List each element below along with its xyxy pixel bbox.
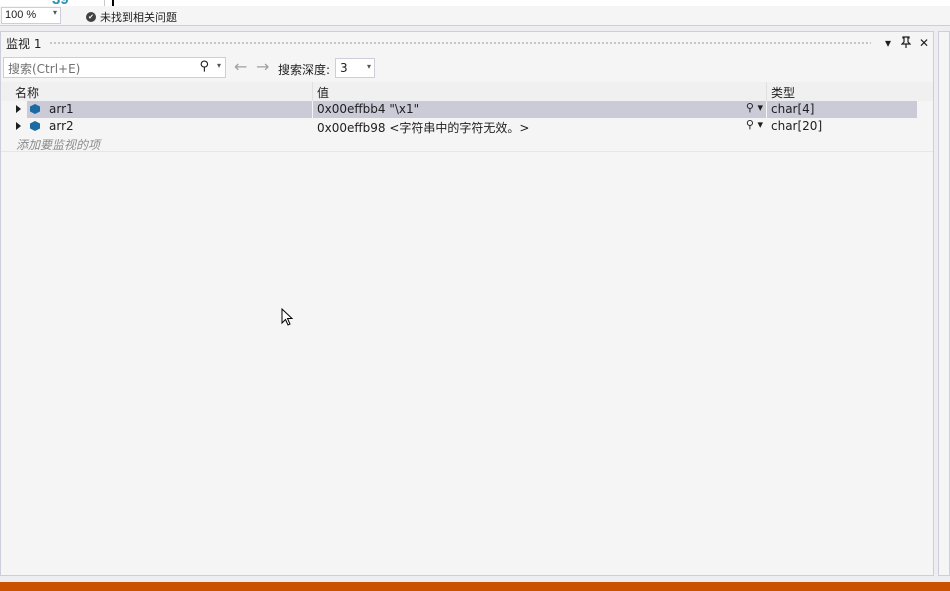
- side-panel: [938, 31, 950, 576]
- variable-value: 0x00effb98 <字符串中的字符无效。>: [317, 121, 530, 135]
- type-cell: char[4]: [767, 101, 917, 118]
- search-input[interactable]: 搜索(Ctrl+E) ⚲ ▾: [3, 57, 226, 78]
- app-root: 39 100 % ▾ ✔ 未找到相关问题 监视 1 ▾ ✕ 搜索(Ctrl+E)…: [0, 0, 950, 591]
- column-divider[interactable]: [312, 82, 313, 101]
- search-placeholder: 搜索(Ctrl+E): [8, 62, 81, 76]
- editor-status-row: 100 % ▾ ✔ 未找到相关问题: [0, 6, 950, 26]
- arrow-left-icon[interactable]: ←: [234, 59, 247, 75]
- zoom-select[interactable]: 100 % ▾: [1, 7, 61, 24]
- search-depth-value: 3: [340, 61, 348, 75]
- watch-title-bar: 监视 1 ▾ ✕: [1, 32, 933, 54]
- chevron-down-icon: ▾: [366, 62, 371, 71]
- pin-icon[interactable]: [897, 35, 915, 51]
- mouse-pointer-icon: [281, 308, 293, 326]
- variable-type: char[20]: [771, 119, 823, 133]
- watch-row[interactable]: arr1 0x00effbb4 "\x1" ⚲ ▾ char[4]: [1, 101, 933, 118]
- name-cell[interactable]: arr1: [27, 101, 312, 118]
- window-menu-button[interactable]: ▾: [879, 36, 897, 50]
- zoom-value: 100 %: [5, 9, 37, 21]
- column-header-type[interactable]: 类型: [771, 84, 795, 101]
- drag-grip[interactable]: [49, 40, 871, 46]
- add-watch-row[interactable]: 添加要监视的项: [1, 135, 933, 152]
- visualizer-button[interactable]: ⚲ ▾: [746, 101, 763, 114]
- grid-header: 名称 值 类型: [1, 82, 933, 101]
- check-circle-icon: ✔: [86, 12, 96, 22]
- issues-text: 未找到相关问题: [100, 11, 177, 24]
- value-cell[interactable]: 0x00effbb4 "\x1" ⚲ ▾: [313, 101, 766, 118]
- arrow-right-icon[interactable]: →: [256, 59, 269, 75]
- watch-row[interactable]: arr2 0x00effb98 <字符串中的字符无效。> ⚲ ▾ char[20…: [1, 118, 933, 135]
- column-header-value[interactable]: 值: [317, 84, 329, 101]
- issues-indicator[interactable]: ✔ 未找到相关问题: [86, 9, 177, 25]
- watch-panel: 监视 1 ▾ ✕ 搜索(Ctrl+E) ⚲ ▾ ← → 搜索深度: 3 ▾ 名称…: [0, 31, 934, 576]
- expand-arrow-icon[interactable]: [16, 105, 21, 113]
- search-depth-select[interactable]: 3 ▾: [335, 58, 375, 78]
- status-bar: [0, 582, 950, 591]
- search-icon[interactable]: ⚲: [199, 59, 209, 74]
- chevron-down-icon: ▾: [52, 8, 57, 17]
- expand-arrow-icon[interactable]: [16, 122, 21, 130]
- name-cell[interactable]: arr2: [27, 118, 312, 135]
- value-cell[interactable]: 0x00effb98 <字符串中的字符无效。> ⚲ ▾: [313, 118, 766, 135]
- add-watch-placeholder[interactable]: 添加要监视的项: [16, 136, 100, 153]
- watch-toolbar: 搜索(Ctrl+E) ⚲ ▾ ← → 搜索深度: 3 ▾: [1, 55, 933, 81]
- column-divider[interactable]: [766, 82, 767, 101]
- variable-value: 0x00effbb4 "\x1": [317, 102, 420, 116]
- variable-name: arr2: [49, 119, 74, 133]
- variable-icon: [30, 121, 40, 131]
- type-cell: char[20]: [767, 118, 917, 135]
- variable-type: char[4]: [771, 102, 815, 116]
- visualizer-button[interactable]: ⚲ ▾: [746, 118, 763, 131]
- search-depth-label: 搜索深度:: [278, 63, 331, 77]
- variable-icon: [30, 104, 40, 114]
- close-icon[interactable]: ✕: [915, 36, 933, 50]
- variable-name: arr1: [49, 102, 74, 116]
- watch-grid: 名称 值 类型 arr1 0x00effbb4 "\x1" ⚲ ▾ char[4…: [1, 82, 933, 152]
- column-header-name[interactable]: 名称: [15, 84, 39, 101]
- watch-title: 监视 1: [6, 36, 42, 51]
- chevron-down-icon[interactable]: ▾: [217, 61, 221, 70]
